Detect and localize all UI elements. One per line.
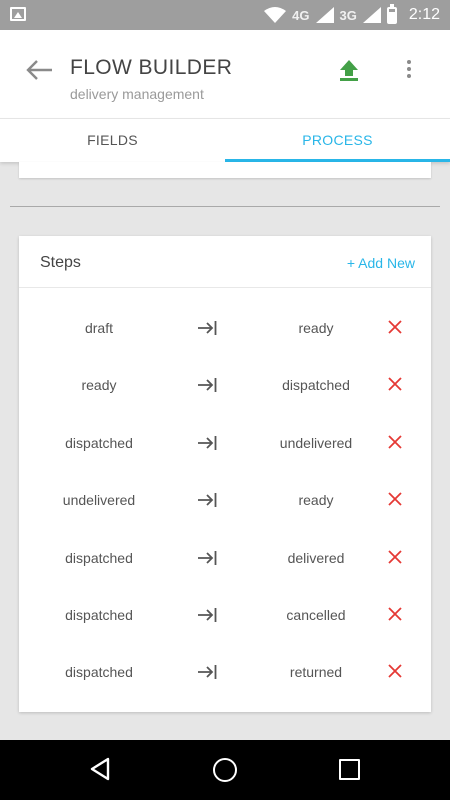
network-label-4g: 4G <box>292 7 310 23</box>
arrow-to-right-icon <box>198 665 217 680</box>
step-to-state: delivered <box>287 549 345 566</box>
arrow-to-right-icon <box>198 435 217 450</box>
steps-card-header: Steps + Add New <box>19 236 431 288</box>
battery-icon <box>386 3 397 24</box>
step-to-state: dispatched <box>282 377 350 394</box>
status-bar: 4G 3G 2:12 <box>0 0 450 30</box>
step-from-state: dispatched <box>65 549 133 566</box>
page-subtitle: delivery management <box>70 86 204 102</box>
more-vert-icon[interactable] <box>402 58 416 82</box>
step-row: ready dispatched <box>19 365 431 405</box>
steps-title: Steps <box>40 254 81 271</box>
app-bar: FLOW BUILDER delivery management <box>0 30 450 118</box>
nav-home-icon[interactable] <box>213 758 237 782</box>
close-icon[interactable] <box>388 549 402 564</box>
step-row: draft ready <box>19 308 431 348</box>
wifi-icon <box>264 7 287 23</box>
tab-fields[interactable]: FIELDS <box>0 119 225 162</box>
signal-icon <box>315 7 334 23</box>
step-from-state: dispatched <box>65 434 133 451</box>
nav-back-icon[interactable] <box>89 757 111 781</box>
clock: 2:12 <box>408 6 440 23</box>
close-icon[interactable] <box>388 492 402 506</box>
arrow-to-right-icon <box>198 321 217 335</box>
arrow-to-right-icon <box>198 378 217 393</box>
step-from-state: dispatched <box>65 664 133 681</box>
gallery-icon <box>10 7 26 21</box>
tab-bar: FIELDS PROCESS <box>0 118 450 162</box>
step-to-state: cancelled <box>286 607 346 623</box>
step-to-state: undelivered <box>279 434 353 451</box>
close-icon[interactable] <box>388 377 402 392</box>
step-to-state: ready <box>298 320 334 336</box>
step-to-state: ready <box>298 492 334 509</box>
step-row: dispatched delivered <box>19 538 431 578</box>
step-from-state: ready <box>81 377 117 394</box>
page-title: FLOW BUILDER <box>70 56 233 79</box>
step-row: dispatched cancelled <box>19 595 431 635</box>
tab-process[interactable]: PROCESS <box>225 119 450 162</box>
navigation-bar <box>0 740 450 800</box>
arrow-left-icon[interactable] <box>24 58 54 82</box>
close-icon[interactable] <box>388 435 402 449</box>
step-to-state: returned <box>289 664 343 681</box>
step-row: dispatched undelivered <box>19 423 431 463</box>
network-label-3g: 3G <box>339 7 357 23</box>
signal-icon <box>362 7 381 23</box>
upload-icon[interactable] <box>338 58 360 82</box>
step-from-state: draft <box>84 320 113 336</box>
arrow-to-right-icon <box>198 550 217 565</box>
close-icon[interactable] <box>388 664 402 679</box>
arrow-to-right-icon <box>198 493 217 508</box>
step-from-state: undelivered <box>62 492 136 509</box>
steps-card: Steps + Add New draft ready ready dispatche… <box>19 236 431 712</box>
arrow-to-right-icon <box>198 608 217 622</box>
step-from-state: dispatched <box>65 607 133 623</box>
close-icon[interactable] <box>388 607 402 621</box>
previous-card <box>19 162 431 178</box>
step-row: undelivered ready <box>19 480 431 520</box>
step-row: dispatched returned <box>19 652 431 692</box>
section-divider <box>10 206 440 207</box>
add-new-button[interactable]: + Add New <box>347 255 415 271</box>
nav-recents-icon[interactable] <box>339 759 360 780</box>
close-icon[interactable] <box>388 320 402 334</box>
